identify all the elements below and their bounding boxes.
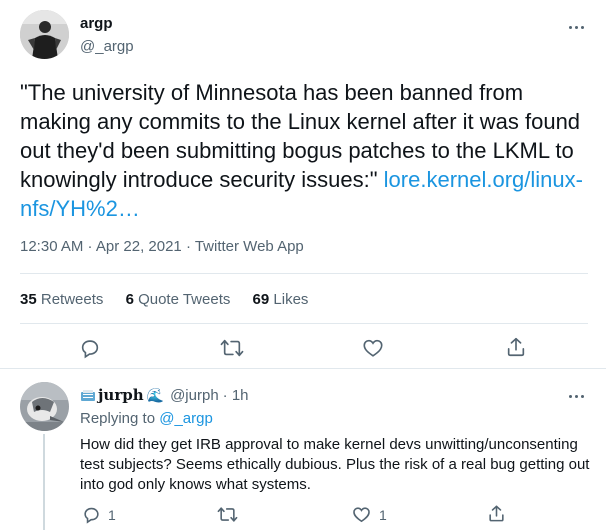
retweet-icon[interactable] bbox=[220, 337, 244, 359]
retweets-stat[interactable]: 35 Retweets bbox=[20, 291, 108, 308]
reply-badge-icon bbox=[80, 389, 96, 402]
reply-handle[interactable]: @jurph bbox=[170, 387, 219, 404]
like-count: 1 bbox=[379, 507, 387, 523]
divider bbox=[0, 368, 606, 369]
reply-text: How did they get IRB approval to make ke… bbox=[80, 436, 590, 493]
quote-stat[interactable]: 6 Quote Tweets bbox=[126, 291, 235, 308]
handle[interactable]: @_argp bbox=[80, 38, 134, 55]
quote-count: 6 bbox=[125, 291, 134, 308]
more-icon[interactable] bbox=[565, 391, 587, 401]
share-icon[interactable] bbox=[505, 336, 527, 358]
reply-icon[interactable] bbox=[82, 505, 101, 524]
avatar-jurph[interactable] bbox=[20, 382, 69, 431]
wave-emoji: 🌊 bbox=[146, 386, 165, 403]
like-icon[interactable] bbox=[362, 337, 384, 359]
display-name[interactable]: argp bbox=[80, 15, 113, 32]
likes-count: 69 bbox=[252, 291, 270, 308]
reply-count: 1 bbox=[108, 507, 116, 523]
reply-thread-line bbox=[43, 434, 45, 530]
divider bbox=[20, 323, 588, 324]
retweets-label: Retweets bbox=[40, 291, 104, 308]
reply-header: jurph 🌊 @jurph · 1h bbox=[80, 386, 249, 404]
more-icon[interactable] bbox=[565, 22, 587, 32]
tweet-text: "The university of Minnesota has been ba… bbox=[20, 78, 590, 223]
retweets-count: 35 bbox=[20, 291, 37, 308]
share-icon[interactable] bbox=[487, 504, 506, 523]
replying-handle[interactable]: @_argp bbox=[159, 410, 213, 427]
tweet-stats: 35 Retweets 6 Quote Tweets 69 Likes bbox=[20, 291, 308, 308]
likes-label: Likes bbox=[273, 291, 309, 308]
replying-prefix: Replying to bbox=[80, 410, 156, 427]
like-icon[interactable] bbox=[352, 505, 371, 524]
timestamp[interactable]: 12:30 AM · Apr 22, 2021 · Twitter Web Ap… bbox=[20, 238, 304, 255]
replying-to: Replying to @_argp bbox=[80, 410, 213, 427]
retweet-icon[interactable] bbox=[217, 505, 238, 524]
reply-time[interactable]: · 1h bbox=[223, 387, 249, 404]
reply-icon[interactable] bbox=[79, 337, 101, 359]
avatar-argp[interactable] bbox=[20, 10, 69, 59]
divider bbox=[20, 273, 588, 274]
likes-stat[interactable]: 69 Likes bbox=[253, 291, 309, 308]
reply-display-name[interactable]: jurph bbox=[98, 386, 144, 404]
quote-label: Quote Tweets bbox=[138, 291, 231, 308]
